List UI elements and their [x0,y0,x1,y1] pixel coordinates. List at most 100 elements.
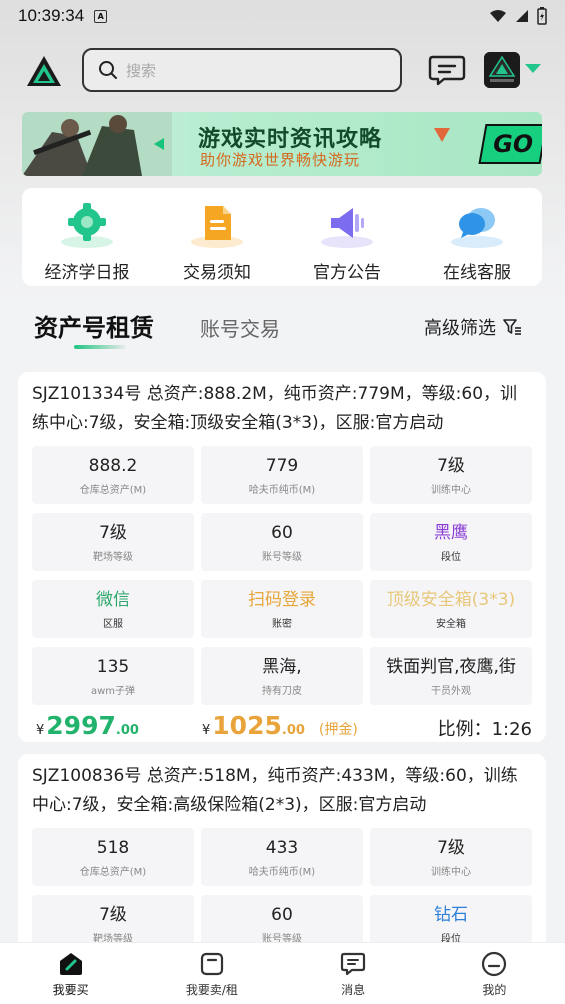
attr-cell: 顶级安全箱(3*3) 安全箱 [370,580,532,638]
quick-link-support[interactable]: 在线客服 [412,188,542,286]
deposit-label: (押金) [318,722,358,738]
attr-key: awm子弹 [90,685,136,697]
attr-key: 段位 [441,551,461,563]
attr-cell: 7级训练中心 [370,446,532,504]
attr-key: 训练中心 [431,866,471,878]
attr-key: 仓库总资产(M) [79,866,147,878]
quick-link-announcement[interactable]: 官方公告 [282,188,412,286]
nav-messages[interactable]: 消息 [283,943,424,1004]
attr-value: 铁面判官,夜鹰,街 [386,656,516,677]
document-icon [191,206,243,248]
attr-cell: 7级靶场等级 [32,513,194,571]
attr-value: 7级 [99,904,127,925]
attr-value: 顶级安全箱(3*3) [386,589,516,610]
quick-link-label: 官方公告 [313,263,381,283]
attr-value: 433 [265,837,299,858]
search-placeholder: 搜索 [126,61,157,80]
attr-value: 779 [265,455,299,476]
listing-description: SJZ101334号 总资产:888.2M，纯币资产:779M，等级:60，训练… [32,384,518,433]
attr-key: 哈夫币纯币(M) [248,484,316,496]
promo-banner[interactable]: 游戏实时资讯攻略 助你游戏世界畅快游玩 GO [22,112,542,176]
rent-price-decimal: .00 [115,723,139,738]
attr-cell: 433 哈夫币纯币(M) [201,828,363,886]
bottom-nav: 我要买 我要卖/租 消息 我的 [0,942,565,1004]
attr-cell: 扫码登录 账密 [201,580,363,638]
megaphone-icon [321,208,373,248]
listing-card[interactable]: SJZ101334号 总资产:888.2M，纯币资产:779M，等级:60，训练… [18,372,546,742]
attr-value: 135 [96,656,130,677]
search-icon [99,61,117,79]
quick-link-trade-notice[interactable]: 交易须知 [152,188,282,286]
attr-cell: 888.2 仓库总资产(M) [32,446,194,504]
quick-link-label: 交易须知 [183,263,251,283]
gear-icon [61,203,113,248]
attr-value: 黑鹰 [434,522,468,543]
advanced-filter-button[interactable]: 高级筛选 [424,314,522,340]
banner-go-button[interactable]: GO [478,124,542,164]
attr-key: 账密 [272,618,292,630]
attr-cell: 黑鹰 段位 [370,513,532,571]
quick-link-label: 经济学日报 [44,263,130,283]
wifi-icon [490,10,506,22]
attr-value: 微信 [96,589,130,610]
listing-tabs: 资产号租赁 账号交易 高级筛选 [0,300,565,356]
arrow-down-icon [434,128,450,142]
nav-label: 我要买 [52,983,89,997]
avatar-logo-icon [484,52,520,88]
avatar[interactable] [484,52,520,88]
listing-attributes: 518 仓库总资产(M) 433 哈夫币纯币(M) 7级 训练中心 7级 靶场等级 60… [32,828,532,953]
attr-key: 训练中心 [431,484,471,496]
attr-key: 区服 [103,618,123,630]
nav-sell-rent[interactable]: 我要卖/租 [141,943,282,1004]
tab-account-trade[interactable]: 账号交易 [200,313,280,342]
ratio-text: 比例：1:26 [437,719,532,740]
currency-symbol: ¥ [36,723,45,738]
deposit-price-decimal: .00 [281,723,305,738]
attr-value: 黑海, [262,656,302,677]
status-bar: 10:39:34 A [0,0,565,32]
nav-label: 消息 [341,983,366,997]
filter-label: 高级筛选 [424,318,496,339]
attr-value: 60 [271,904,293,925]
attr-key: 账号等级 [262,551,302,563]
listing-description: SJZ100836号 总资产:518M，纯币资产:433M，等级:60，训练中心… [32,766,518,815]
deposit-price: ¥1025.00 (押金) [202,711,358,740]
attr-value: 888.2 [88,455,138,476]
attr-value: 钻石 [434,904,468,925]
attr-value: 7级 [99,522,127,543]
attr-cell: 7级训练中心 [370,828,532,886]
message-icon[interactable] [428,54,466,86]
quick-link-label: 在线客服 [443,263,511,283]
arrow-icon [154,138,164,150]
banner-subtitle: 助你游戏世界畅快游玩 [200,151,361,169]
message-icon [341,952,366,976]
home-icon [59,953,82,975]
nav-label: 我的 [482,983,507,997]
nav-profile[interactable]: 我的 [424,943,565,1004]
profile-icon [482,951,507,977]
search-input[interactable]: 搜索 [82,48,402,92]
chat-bubble-icon [451,208,503,248]
rent-price: ¥2997.00 [36,711,139,740]
bag-icon [200,952,223,976]
attr-key: 干员外观 [431,685,471,697]
attr-key: 靶场等级 [93,551,133,563]
attr-cell: 铁面判官,夜鹰,街干员外观 [370,647,532,705]
attr-value: 7级 [437,837,465,858]
app-logo-icon[interactable] [24,52,64,92]
attr-key: 仓库总资产(M) [79,484,147,496]
chevron-down-icon[interactable] [525,64,541,73]
tab-asset-rental[interactable]: 资产号租赁 [34,308,154,343]
deposit-price-integer: 1025 [212,711,282,740]
price-row: ¥2997.00 ¥1025.00 (押金) 比例：1:26 [32,705,532,749]
status-time: 10:39:34 [18,6,85,25]
listing-card[interactable]: SJZ100836号 总资产:518M，纯币资产:433M，等级:60，训练中心… [18,754,546,954]
nav-label: 我要卖/租 [185,983,238,997]
attr-key: 持有刀皮 [262,685,302,697]
attr-cell: 518 仓库总资产(M) [32,828,194,886]
quick-link-economics-daily[interactable]: 经济学日报 [22,188,152,286]
signal-icon [516,10,528,22]
nav-buy[interactable]: 我要买 [0,943,141,1004]
attr-value: 7级 [437,455,465,476]
listing-attributes: 888.2 仓库总资产(M) 779 哈夫币纯币(M) 7级 训练中心 7级 靶场等级 … [32,446,532,705]
